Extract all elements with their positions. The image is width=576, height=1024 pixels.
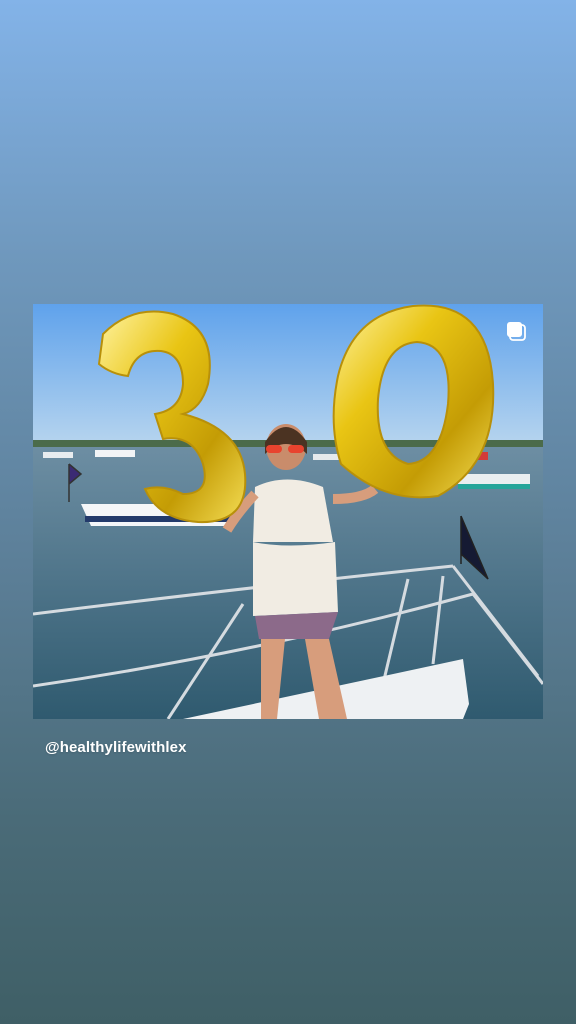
shared-post-card[interactable] — [33, 304, 543, 719]
multiple-images-icon — [507, 322, 526, 341]
post-photo — [33, 304, 543, 719]
distant-boat — [43, 452, 73, 458]
story-screen: @healthylifewithlex — [0, 0, 576, 1024]
right-boat-hull — [458, 484, 530, 489]
distant-boat — [95, 450, 135, 457]
mention-username[interactable]: @healthylifewithlex — [45, 739, 187, 756]
distant-boat — [313, 454, 341, 460]
